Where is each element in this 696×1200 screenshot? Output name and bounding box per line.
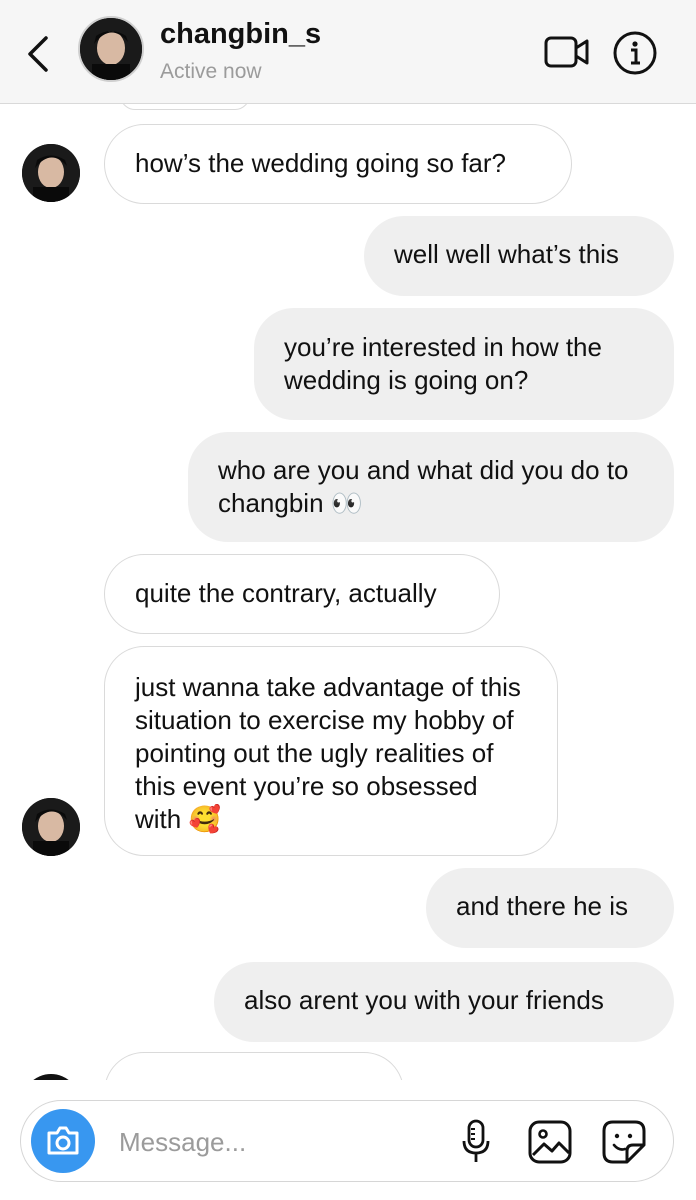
info-icon[interactable]: [612, 30, 658, 76]
incoming-message[interactable]: quite the contrary, actually: [104, 554, 500, 634]
gallery-icon[interactable]: [527, 1119, 573, 1165]
outgoing-message[interactable]: well well what’s this: [364, 216, 674, 296]
active-status: Active now: [160, 60, 262, 83]
avatar[interactable]: [78, 16, 144, 82]
incoming-message[interactable]: just wanna take advantage of this situat…: [104, 646, 558, 856]
outgoing-message[interactable]: and there he is: [426, 868, 674, 948]
outgoing-message[interactable]: also arent you with your friends: [214, 962, 674, 1042]
chat-header: changbin_s Active now: [0, 0, 696, 104]
message-composer: [20, 1100, 674, 1182]
outgoing-message[interactable]: who are you and what did you do to chang…: [188, 432, 674, 542]
avatar[interactable]: [22, 144, 80, 202]
message-bubble-partial: [120, 104, 250, 110]
message-input[interactable]: [117, 1119, 421, 1165]
sticker-icon[interactable]: [601, 1119, 647, 1165]
avatar[interactable]: [22, 798, 80, 856]
microphone-icon[interactable]: [461, 1119, 491, 1165]
avatar-partial: [22, 1074, 80, 1080]
chat-username[interactable]: changbin_s: [160, 18, 321, 51]
incoming-message[interactable]: how’s the wedding going so far?: [104, 124, 572, 204]
chevron-left-icon[interactable]: [20, 32, 56, 76]
incoming-message-partial: [104, 1052, 404, 1080]
video-call-icon[interactable]: [544, 34, 590, 70]
outgoing-message[interactable]: you’re interested in how the wedding is …: [254, 308, 674, 420]
message-list[interactable]: how’s the wedding going so far? well wel…: [0, 104, 696, 1080]
camera-icon: [47, 1126, 79, 1155]
camera-button[interactable]: [31, 1109, 95, 1173]
